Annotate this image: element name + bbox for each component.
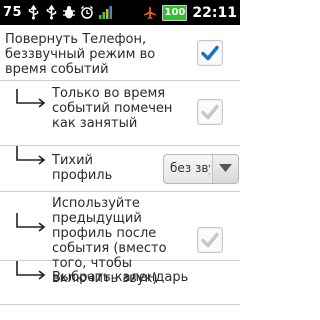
usb-icon <box>44 5 58 21</box>
notification-count: 75 <box>3 5 23 20</box>
indent-arrow-icon <box>16 261 46 280</box>
battery-icon: 100 <box>162 4 188 21</box>
setting-silent-profile[interactable]: Тихий профиль без звука <box>0 146 240 192</box>
status-bar: 75 100 22:11 <box>0 0 240 25</box>
battery-percent: 100 <box>164 7 186 18</box>
setting-silent-during-events[interactable]: Повернуть Телефон, беззвучный режим во в… <box>0 25 240 81</box>
only-busy-events-checkbox[interactable] <box>197 99 223 125</box>
indent-arrow-icon <box>16 146 46 165</box>
setting-restore-previous-profile[interactable]: Используйте предыдущий профиль после соб… <box>0 192 240 286</box>
silent-during-events-checkbox[interactable] <box>197 40 223 66</box>
settings-list: Повернуть Телефон, беззвучный режим во в… <box>0 25 240 320</box>
airplane-icon <box>143 5 157 21</box>
silent-profile-spinner[interactable]: без звука <box>163 154 239 184</box>
restore-previous-profile-checkbox[interactable] <box>197 227 223 253</box>
indent-arrow-icon <box>16 213 46 232</box>
setting-label: Только во время событий помечен как заня… <box>52 86 173 131</box>
signal-bars-icon <box>98 5 113 21</box>
usb-icon <box>26 5 40 21</box>
chevron-down-icon <box>212 155 238 183</box>
alarm-icon <box>80 5 94 21</box>
bug-icon <box>62 5 76 21</box>
spinner-value: без звука <box>170 161 210 175</box>
setting-label: Выбрать календарь <box>52 270 189 285</box>
indent-arrow-icon <box>16 89 46 108</box>
setting-label: Повернуть Телефон, беззвучный режим во в… <box>5 32 156 77</box>
setting-only-busy-events[interactable]: Только во время событий помечен как заня… <box>0 81 240 146</box>
clock-time: 22:11 <box>192 4 237 21</box>
setting-label: Тихий профиль <box>52 153 113 183</box>
setting-select-calendar[interactable]: Выбрать календарь <box>0 261 240 305</box>
